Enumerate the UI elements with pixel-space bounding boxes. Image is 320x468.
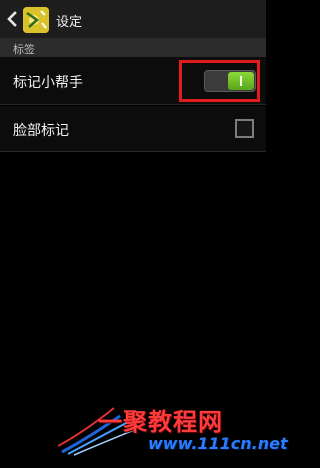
setting-label-tag-buddy: 标记小帮手 (13, 75, 83, 91)
watermark-title: 一聚教程网 (98, 407, 223, 436)
setting-label-face-tag: 脸部标记 (13, 123, 69, 139)
back-arrow-icon[interactable] (5, 11, 19, 27)
site-watermark: 一聚教程网 www.111cn.net (58, 396, 288, 468)
section-label: 标签 (13, 43, 35, 56)
action-bar: 设定 (0, 0, 266, 39)
section-header: 标签 (0, 39, 266, 57)
setting-row-face-tag[interactable]: 脸部标记 (0, 106, 266, 152)
page-title: 设定 (56, 15, 83, 30)
tag-buddy-toggle[interactable] (204, 70, 256, 92)
face-tag-checkbox[interactable] (235, 119, 254, 138)
watermark-url: www.111cn.net (148, 434, 288, 453)
tag-app-icon[interactable] (23, 7, 49, 33)
toggle-thumb (228, 72, 254, 90)
